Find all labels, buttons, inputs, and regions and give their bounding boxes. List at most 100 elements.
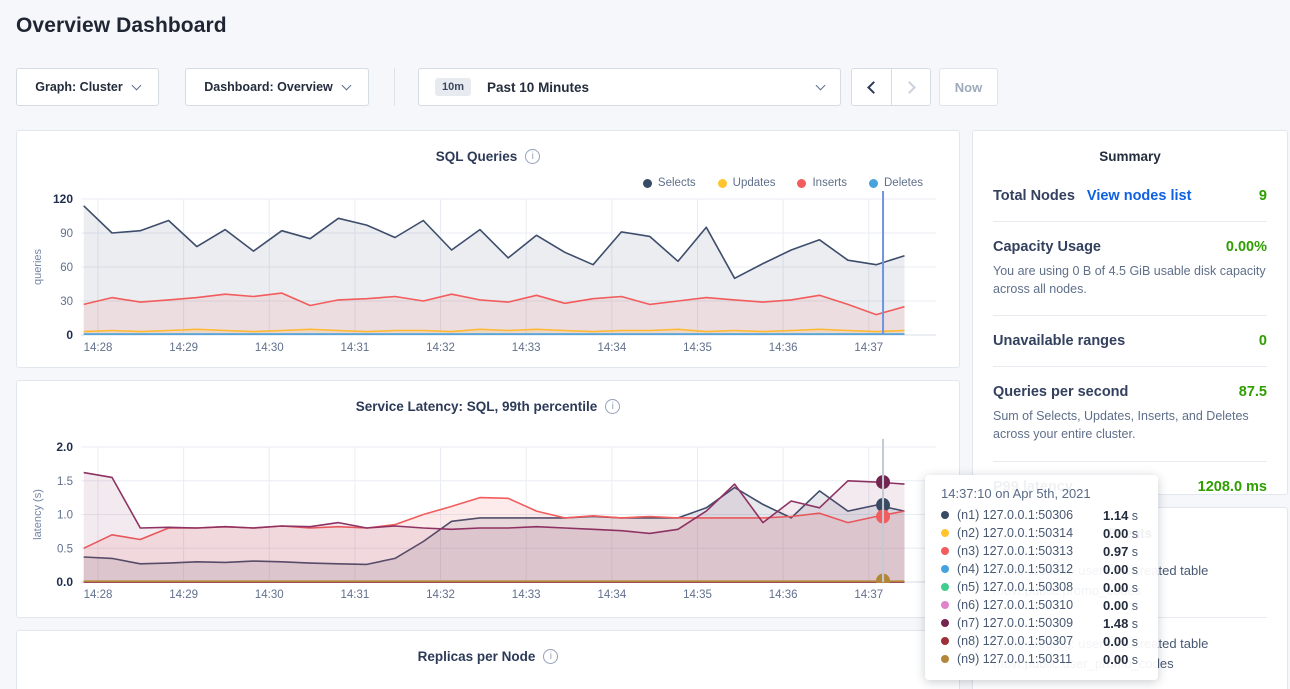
summary-panel: Summary Total Nodes View nodes list 9 Ca…	[972, 130, 1288, 495]
tooltip-row: (n9) 127.0.0.1:503110.00 s	[939, 650, 1144, 668]
svg-text:90: 90	[60, 228, 73, 240]
latency-card: Service Latency: SQL, 99th percentile 0.…	[16, 380, 960, 618]
toolbar-divider	[394, 68, 395, 106]
tooltip-node-label: (n1) 127.0.0.1:50306	[957, 508, 1103, 522]
tooltip-row: (n4) 127.0.0.1:503120.00 s	[939, 560, 1144, 578]
summary-description: Sum of Selects, Updates, Inserts, and De…	[993, 407, 1267, 443]
svg-text:30: 30	[60, 296, 73, 308]
svg-text:0.0: 0.0	[56, 575, 73, 589]
svg-text:14:31: 14:31	[341, 342, 370, 354]
graph-dropdown[interactable]: Graph: Cluster	[16, 68, 159, 106]
chevron-down-icon	[816, 80, 826, 90]
latency-chart[interactable]: 0.00.51.01.52.014:2814:2914:3014:3114:32…	[17, 381, 961, 619]
summary-value: 0.00%	[1226, 239, 1267, 255]
now-button[interactable]: Now	[939, 68, 998, 106]
time-range-badge: 10m	[435, 78, 471, 96]
tooltip-row: (n6) 127.0.0.1:503100.00 s	[939, 596, 1144, 614]
summary-value: 1208.0 ms	[1198, 479, 1267, 495]
tooltip-node-value: 1.48 s	[1103, 616, 1138, 631]
svg-text:14:37: 14:37	[854, 342, 883, 354]
svg-text:14:36: 14:36	[769, 342, 798, 354]
svg-text:14:33: 14:33	[512, 342, 541, 354]
tooltip-timestamp: 14:37:10 on Apr 5th, 2021	[939, 486, 1144, 501]
tooltip-node-value: 0.00 s	[1103, 562, 1138, 577]
tooltip-unit: s	[1128, 509, 1138, 523]
time-range-dropdown[interactable]: 10m Past 10 Minutes	[418, 68, 841, 106]
tooltip-node-label: (n5) 127.0.0.1:50308	[957, 580, 1103, 594]
sql-queries-chart[interactable]: 030609012014:2814:2914:3014:3114:3214:33…	[17, 131, 961, 369]
tooltip-unit: s	[1128, 653, 1138, 667]
divider	[993, 315, 1267, 316]
series-dot-icon	[941, 529, 949, 537]
divider	[993, 461, 1267, 462]
divider	[993, 366, 1267, 367]
svg-text:1.0: 1.0	[57, 510, 73, 522]
tooltip-node-value: 0.00 s	[1103, 526, 1138, 541]
svg-text:14:29: 14:29	[169, 342, 198, 354]
svg-text:2.0: 2.0	[56, 440, 73, 454]
svg-text:14:32: 14:32	[426, 589, 455, 601]
tooltip-node-value: 0.00 s	[1103, 598, 1138, 613]
summary-label: Capacity Usage	[993, 239, 1101, 255]
divider	[993, 221, 1267, 222]
tooltip-unit: s	[1128, 563, 1138, 577]
time-next-button[interactable]	[891, 69, 930, 105]
tooltip-node-label: (n4) 127.0.0.1:50312	[957, 562, 1103, 576]
sql-queries-card: SQL Queries SelectsUpdatesInsertsDeletes…	[16, 130, 960, 368]
series-dot-icon	[941, 619, 949, 627]
summary-heading: Summary	[993, 149, 1267, 164]
time-nav-group	[851, 68, 931, 106]
time-range-label: Past 10 Minutes	[487, 80, 817, 95]
tooltip-node-label: (n6) 127.0.0.1:50310	[957, 598, 1103, 612]
series-dot-icon	[941, 547, 949, 555]
svg-text:14:28: 14:28	[84, 342, 113, 354]
tooltip-node-label: (n8) 127.0.0.1:50307	[957, 634, 1103, 648]
summary-label: Total Nodes	[993, 188, 1075, 204]
summary-row-qps: Queries per second 87.5 Sum of Selects, …	[993, 382, 1267, 445]
summary-label: Queries per second	[993, 384, 1128, 400]
summary-value: 9	[1259, 188, 1267, 204]
tooltip-node-label: (n7) 127.0.0.1:50309	[957, 616, 1103, 630]
summary-row-capacity: Capacity Usage 0.00% You are using 0 B o…	[993, 237, 1267, 300]
tooltip-row: (n1) 127.0.0.1:503061.14 s	[939, 506, 1144, 524]
series-dot-icon	[941, 601, 949, 609]
info-icon[interactable]	[543, 649, 558, 664]
svg-text:1.5: 1.5	[57, 476, 73, 488]
tooltip-unit: s	[1128, 527, 1138, 541]
view-nodes-list-link[interactable]: View nodes list	[1087, 188, 1192, 204]
summary-description: You are using 0 B of 4.5 GiB usable disk…	[993, 262, 1267, 298]
svg-text:14:30: 14:30	[255, 589, 284, 601]
svg-text:14:30: 14:30	[255, 342, 284, 354]
time-prev-button[interactable]	[852, 69, 891, 105]
summary-value: 87.5	[1239, 384, 1267, 400]
tooltip-row: (n2) 127.0.0.1:503140.00 s	[939, 524, 1144, 542]
tooltip-unit: s	[1128, 635, 1138, 649]
svg-text:14:37: 14:37	[854, 589, 883, 601]
series-dot-icon	[941, 637, 949, 645]
tooltip-unit: s	[1128, 545, 1138, 559]
chevron-right-icon	[903, 81, 916, 94]
series-dot-icon	[941, 583, 949, 591]
svg-text:14:34: 14:34	[597, 589, 626, 601]
tooltip-row: (n3) 127.0.0.1:503130.97 s	[939, 542, 1144, 560]
chevron-down-icon	[341, 80, 351, 90]
summary-row-unavailable: Unavailable ranges 0	[993, 331, 1267, 351]
svg-text:latency (s): latency (s)	[32, 489, 44, 540]
chart-hover-tooltip: 14:37:10 on Apr 5th, 2021 (n1) 127.0.0.1…	[925, 475, 1158, 680]
tooltip-node-value: 0.00 s	[1103, 634, 1138, 649]
graph-dropdown-label: Graph: Cluster	[35, 80, 123, 94]
tooltip-node-label: (n9) 127.0.0.1:50311	[957, 652, 1103, 666]
dashboard-dropdown-label: Dashboard: Overview	[204, 80, 333, 94]
tooltip-node-value: 0.97 s	[1103, 544, 1138, 559]
tooltip-unit: s	[1128, 581, 1138, 595]
tooltip-unit: s	[1128, 617, 1138, 631]
page-title: Overview Dashboard	[16, 14, 227, 38]
dashboard-dropdown[interactable]: Dashboard: Overview	[185, 68, 369, 106]
tooltip-node-value: 0.00 s	[1103, 580, 1138, 595]
summary-row-total-nodes: Total Nodes View nodes list 9	[993, 186, 1267, 206]
replicas-card: Replicas per Node	[16, 630, 960, 689]
svg-text:14:28: 14:28	[84, 589, 113, 601]
series-dot-icon	[941, 565, 949, 573]
svg-text:0.5: 0.5	[57, 543, 73, 555]
summary-label: Unavailable ranges	[993, 333, 1125, 349]
